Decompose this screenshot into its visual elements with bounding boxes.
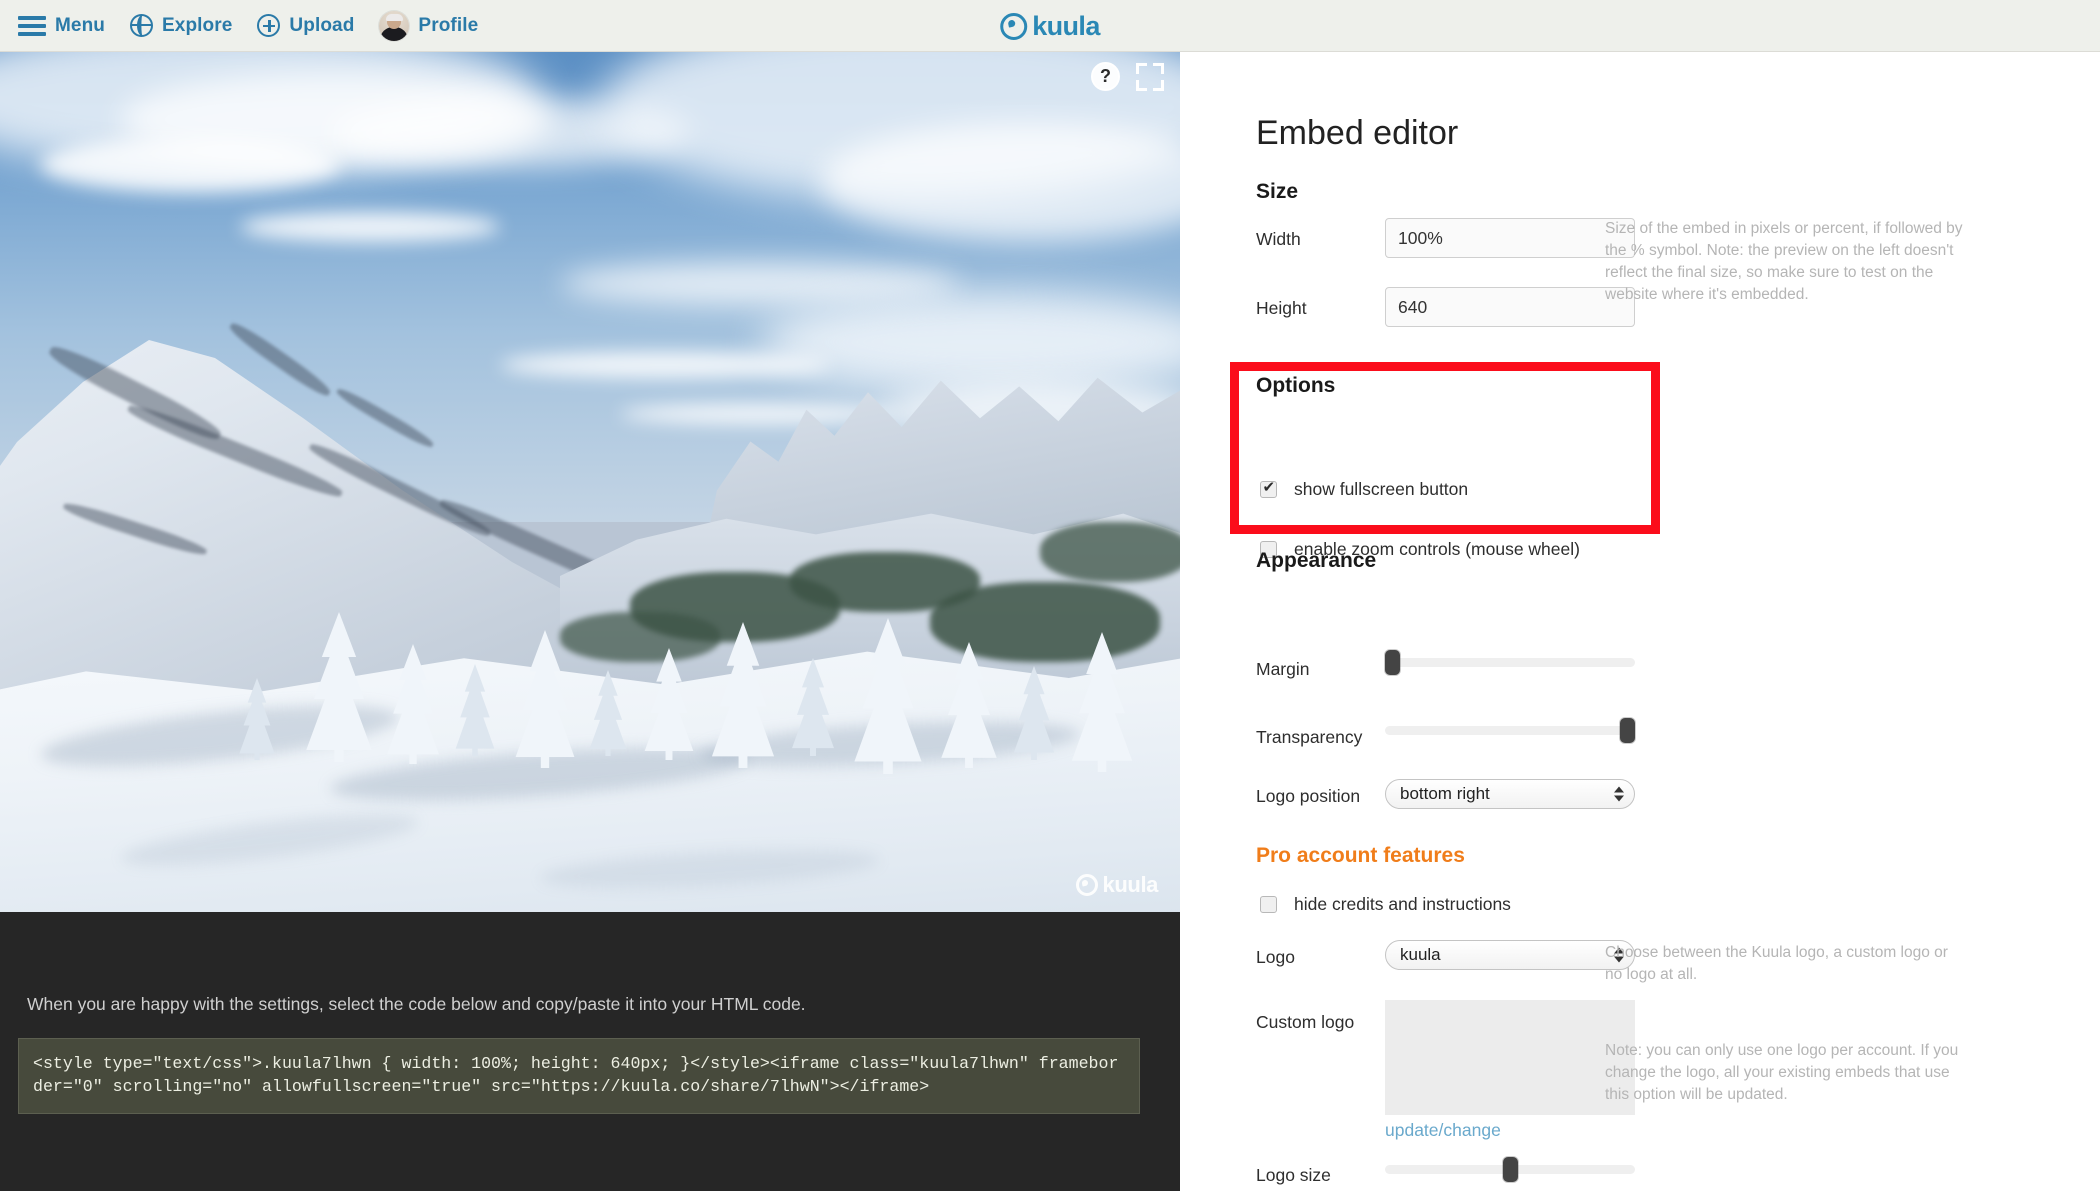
transparency-slider-thumb[interactable] <box>1620 718 1635 743</box>
kuula-logo[interactable]: kuula <box>1000 0 1100 52</box>
nav-item-upload-label: Upload <box>289 14 355 36</box>
logo-value: kuula <box>1400 945 1441 964</box>
logo-size-slider[interactable] <box>1385 1157 1635 1182</box>
hide-credits-checkbox[interactable] <box>1260 896 1277 913</box>
height-label: Height <box>1256 298 1307 318</box>
section-heading-options: Options <box>1256 374 1336 397</box>
transparency-slider-track <box>1385 726 1635 735</box>
margin-label: Margin <box>1256 659 1310 679</box>
section-heading-appearance: Appearance <box>1256 549 1377 572</box>
logo-size-label: Logo size <box>1256 1165 1331 1185</box>
nav-item-menu-label: Menu <box>55 14 106 36</box>
nav-item-upload[interactable]: Upload <box>249 0 371 52</box>
logo-position-label: Logo position <box>1256 786 1361 806</box>
nav-item-explore-label: Explore <box>162 14 233 36</box>
embed-editor-panel: Embed editor Size Width 100% Height 640 … <box>1180 52 2100 1191</box>
nav-item-profile-label: Profile <box>418 14 479 36</box>
embed-preview-pane: ? kuula When you are happy with the sett… <box>0 52 1180 1191</box>
kuula-watermark-text: kuula <box>1102 872 1159 897</box>
help-icon[interactable]: ? <box>1091 62 1120 91</box>
chevron-updown-icon <box>1614 786 1624 802</box>
custom-logo-label: Custom logo <box>1256 1012 1355 1032</box>
nav-item-profile[interactable]: Profile <box>371 0 495 52</box>
show-fullscreen-label: show fullscreen button <box>1294 479 1469 499</box>
panorama-controls: ? <box>1091 62 1164 91</box>
hamburger-icon <box>18 15 46 36</box>
transparency-slider[interactable] <box>1385 718 1635 743</box>
option-hide-credits[interactable]: hide credits and instructions <box>1260 894 1511 915</box>
page-title: Embed editor <box>1256 114 1459 152</box>
section-heading-pro: Pro account features <box>1256 844 1465 867</box>
section-heading-size: Size <box>1256 180 1299 203</box>
logo-position-value: bottom right <box>1400 784 1490 803</box>
nav-item-explore[interactable]: Explore <box>122 0 249 52</box>
option-show-fullscreen-button[interactable]: show fullscreen button <box>1260 479 1468 500</box>
plus-circle-icon <box>257 14 281 37</box>
nav-item-menu[interactable]: Menu <box>10 0 122 52</box>
height-input[interactable]: 640 <box>1385 287 1635 327</box>
margin-slider-thumb[interactable] <box>1385 650 1400 675</box>
update-change-link[interactable]: update/change <box>1385 1120 1501 1141</box>
embed-code-snippet[interactable]: <style type="text/css">.kuula7lhwn { wid… <box>18 1038 1140 1114</box>
logo-help-text: Choose between the Kuula logo, a custom … <box>1605 944 1948 983</box>
size-help-text: Size of the embed in pixels or percent, … <box>1605 220 1963 303</box>
top-navigation-bar: Menu Explore Upload Profile kuula <box>0 0 2100 52</box>
embed-code-section: When you are happy with the settings, se… <box>0 912 1180 1191</box>
nav-links: Menu Explore Upload Profile <box>0 0 495 52</box>
hide-credits-label: hide credits and instructions <box>1294 894 1511 914</box>
panorama-viewer[interactable]: ? kuula <box>0 52 1180 912</box>
margin-slider[interactable] <box>1385 650 1635 675</box>
avatar <box>379 10 410 41</box>
kuula-mark-icon <box>1000 12 1028 40</box>
logo-select[interactable]: kuula <box>1385 940 1635 970</box>
margin-slider-track <box>1385 658 1635 667</box>
logo-size-slider-thumb[interactable] <box>1503 1157 1518 1182</box>
embed-code-instructions: When you are happy with the settings, se… <box>27 994 806 1014</box>
globe-icon <box>130 14 154 37</box>
fullscreen-icon[interactable] <box>1136 62 1164 91</box>
logo-position-select[interactable]: bottom right <box>1385 779 1635 809</box>
custom-logo-help-text: Note: you can only use one logo per acco… <box>1605 1042 1959 1103</box>
width-label: Width <box>1256 229 1301 249</box>
kuula-watermark: kuula <box>1075 872 1159 898</box>
kuula-mark-icon <box>1075 874 1098 896</box>
logo-label: Logo <box>1256 947 1295 967</box>
custom-logo-dropzone[interactable] <box>1385 1000 1635 1115</box>
show-fullscreen-checkbox[interactable] <box>1260 479 1277 498</box>
width-input[interactable]: 100% <box>1385 218 1635 258</box>
kuula-wordmark: kuula <box>1032 10 1100 41</box>
transparency-label: Transparency <box>1256 727 1363 747</box>
